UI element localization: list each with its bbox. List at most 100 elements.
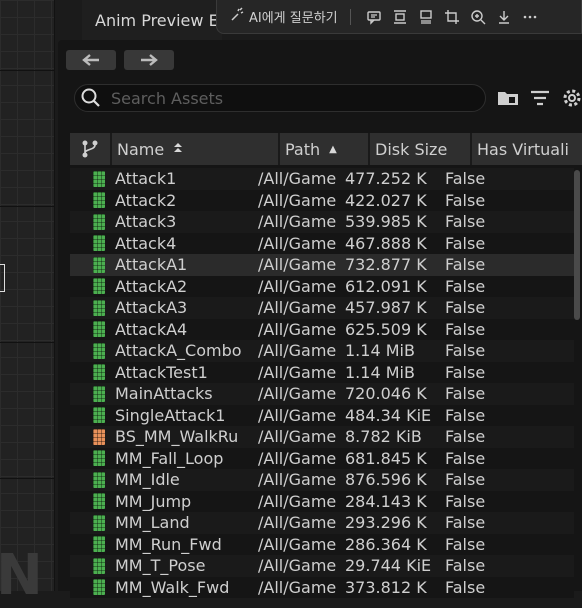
asset-path: /All/Game [258, 513, 337, 533]
table-row[interactable]: BS_MM_WalkRu/All/Game 8.782 KiB False [70, 426, 574, 448]
table-row[interactable]: MM_Jump/All/Game 284.143 K False [70, 490, 574, 513]
row-icon-cell [70, 362, 114, 384]
animation-sequence-icon [93, 471, 105, 488]
row-icon-cell [70, 211, 114, 233]
row-icon-cell [70, 233, 114, 255]
back-button[interactable] [66, 50, 116, 70]
animation-sequence-icon [93, 450, 105, 467]
arrow-right-icon [141, 54, 158, 66]
asset-has-virtualized: False [445, 556, 486, 576]
animation-sequence-icon [93, 557, 105, 574]
table-row[interactable]: Attack4/All/Game 467.888 K False [70, 232, 574, 255]
asset-name: MM_Jump [115, 491, 192, 511]
comment-icon[interactable] [361, 5, 387, 29]
table-row[interactable]: Attack1/All/Game 477.252 K False [70, 168, 574, 190]
table-row[interactable]: Attack3/All/Game 539.985 K False [70, 211, 574, 233]
blend-space-icon [93, 428, 105, 445]
layout-icon[interactable] [413, 5, 439, 29]
table-row[interactable]: MainAttacks/All/Game 720.046 K False [70, 383, 574, 405]
asset-name: AttackA4 [115, 319, 188, 339]
asset-has-virtualized: False [445, 427, 486, 447]
table-row[interactable]: AttackA2/All/Game 612.091 K False [70, 275, 574, 298]
download-icon[interactable] [491, 5, 517, 29]
row-icon-cell [70, 276, 114, 298]
vertical-scrollbar[interactable] [574, 170, 580, 320]
table-row[interactable]: MM_Run_Fwd/All/Game 286.364 K False [70, 533, 574, 555]
more-options-icon[interactable] [517, 5, 543, 29]
asset-name: AttackTest1 [115, 362, 208, 382]
asset-disk-size: 284.143 K [345, 491, 427, 511]
column-label: Name [117, 139, 165, 159]
column-header-has-virtualized[interactable]: Has Virtuali [472, 133, 582, 165]
asset-path: /All/Game [258, 448, 337, 468]
crop-icon[interactable] [439, 5, 465, 29]
column-header-path[interactable]: Path ▲ [280, 133, 368, 165]
table-row[interactable]: MM_Walk_Fwd/All/Game 373.812 K False [70, 576, 574, 599]
row-icon-cell [70, 383, 114, 405]
sort-indicator-icon [173, 142, 183, 157]
search-input[interactable] [109, 87, 473, 109]
table-row[interactable]: AttackA1/All/Game 732.877 K False [70, 254, 574, 276]
column-label: Has Virtuali [477, 139, 569, 159]
search-bar [74, 84, 486, 112]
table-row[interactable]: AttackA3/All/Game 457.987 K False [70, 297, 574, 319]
table-row[interactable]: MM_Idle/All/Game 876.596 K False [70, 469, 574, 491]
column-header-name[interactable]: Name [112, 133, 278, 165]
table-row[interactable]: Attack2/All/Game 422.027 K False [70, 189, 574, 212]
asset-path: /All/Game [258, 534, 337, 554]
row-icon-cell [70, 469, 114, 491]
asset-has-virtualized: False [445, 384, 486, 404]
table-row[interactable]: MM_Fall_Loop/All/Game 681.845 K False [70, 447, 574, 469]
animation-sequence-icon [93, 407, 105, 424]
table-row[interactable]: AttackTest1/All/Game 1.14 MiB False [70, 361, 574, 384]
folder-view-icon[interactable] [496, 86, 520, 110]
row-icon-cell [70, 577, 114, 599]
asset-path: /All/Game [258, 341, 337, 361]
row-icon-cell [70, 190, 114, 212]
asset-name: MainAttacks [115, 384, 213, 404]
forward-button[interactable] [124, 50, 174, 70]
table-row[interactable]: MM_Land/All/Game 293.296 K False [70, 512, 574, 534]
asset-path: /All/Game [258, 362, 337, 382]
row-icon-cell [70, 297, 114, 319]
asset-path: /All/Game [258, 577, 337, 597]
asset-disk-size: 457.987 K [345, 298, 427, 318]
ask-ai-button[interactable]: AI에게 질문하기 [249, 7, 338, 26]
asset-disk-size: 720.046 K [345, 384, 427, 404]
asset-path: /All/Game [258, 276, 337, 296]
asset-name: Attack1 [115, 169, 177, 189]
asset-name: MM_Idle [115, 470, 180, 490]
animation-sequence-icon [93, 514, 105, 531]
zoom-in-icon[interactable] [465, 5, 491, 29]
graph-watermark: N [0, 543, 43, 608]
asset-path: /All/Game [258, 319, 337, 339]
grid-line [0, 342, 54, 343]
animation-sequence-icon [93, 536, 105, 553]
settings-gear-icon[interactable] [560, 86, 582, 110]
asset-name: MM_Land [115, 513, 190, 533]
column-header-disk-size[interactable]: Disk Size [370, 133, 470, 165]
row-icon-cell [70, 491, 114, 513]
animation-sequence-icon [93, 321, 105, 338]
animation-sequence-icon [93, 256, 105, 273]
row-icon-cell [70, 405, 114, 427]
asset-path: /All/Game [258, 233, 337, 253]
asset-name: AttackA_Combo [115, 341, 242, 361]
asset-list: Attack1/All/Game 477.252 K False Attack2/Al… [70, 168, 574, 598]
table-row[interactable]: SingleAttack1/All/Game 484.34 KiE False [70, 404, 574, 427]
window-tab-title[interactable]: Anim Preview E [82, 0, 222, 40]
table-row[interactable]: AttackA4/All/Game 625.509 K False [70, 318, 574, 340]
column-header-source-control[interactable] [70, 133, 110, 165]
table-row[interactable]: MM_T_Pose/All/Game 29.744 KiE False [70, 555, 574, 577]
asset-has-virtualized: False [445, 491, 486, 511]
row-icon-cell [70, 340, 114, 362]
fit-height-icon[interactable] [387, 5, 413, 29]
ai-sparkle-icon[interactable] [229, 6, 245, 27]
asset-name: MM_Walk_Fwd [115, 577, 230, 597]
animation-sequence-icon [93, 385, 105, 402]
asset-has-virtualized: False [445, 169, 486, 189]
table-row[interactable]: AttackA_Combo/All/Game 1.14 MiB False [70, 340, 574, 362]
filter-icon[interactable] [528, 86, 552, 110]
search-icon [81, 88, 100, 107]
asset-disk-size: 539.985 K [345, 212, 427, 232]
